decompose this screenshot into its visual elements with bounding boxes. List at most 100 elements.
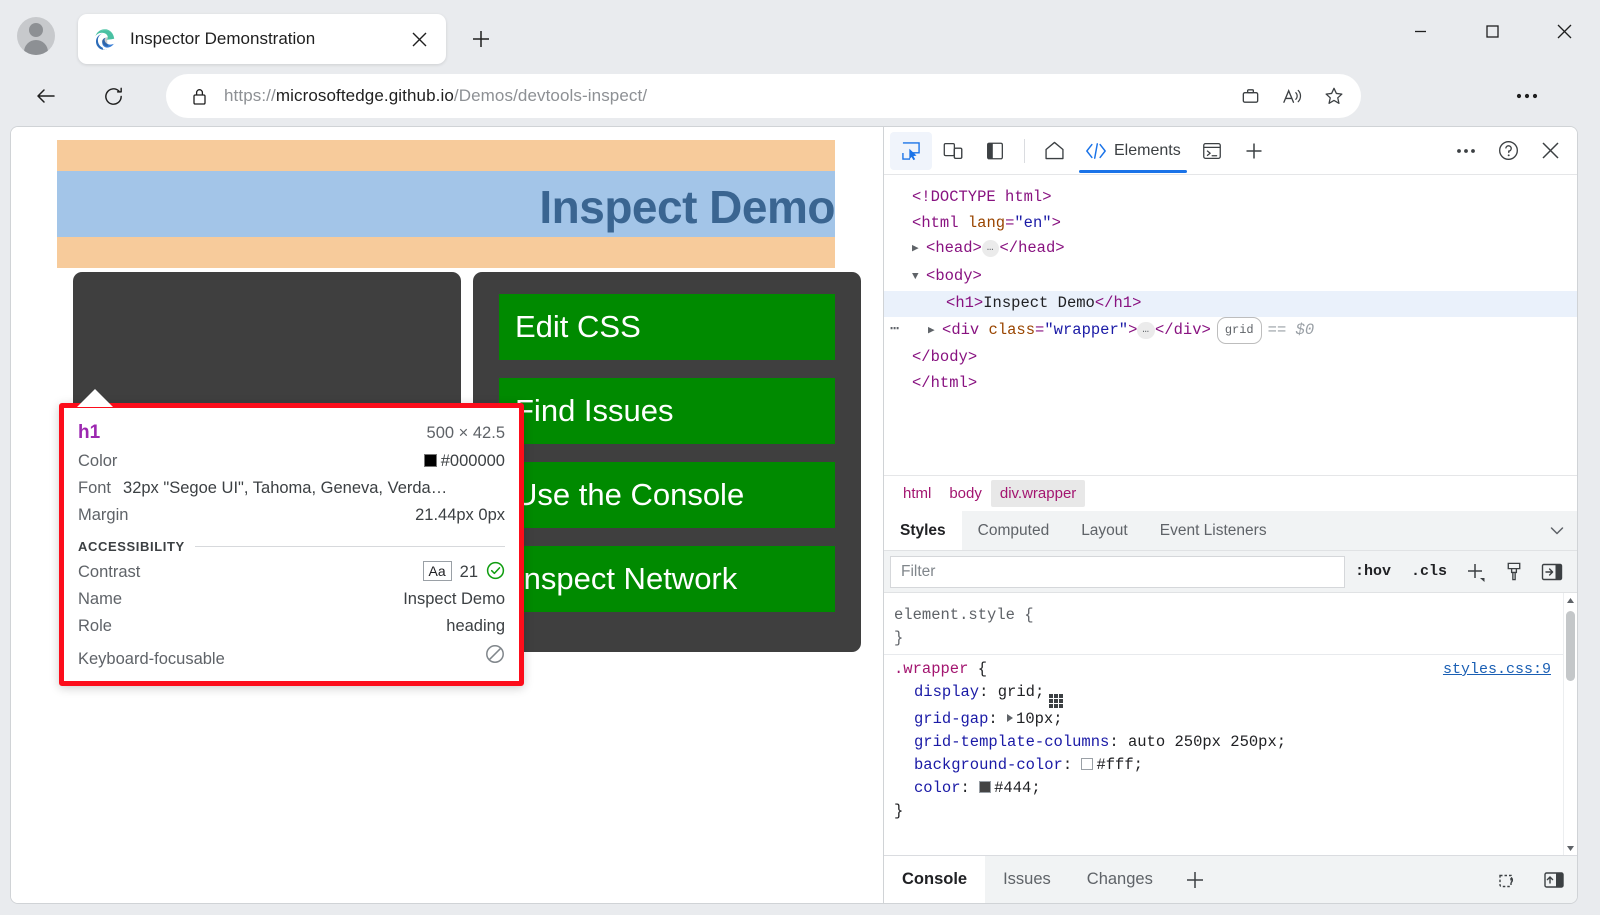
computed-styles-brush-icon[interactable] [1495, 556, 1533, 588]
edit-css-button[interactable]: Edit CSS [499, 294, 835, 360]
dom-line-doctype[interactable]: <!DOCTYPE html> [884, 185, 1577, 211]
lang-attr-value: "en" [1014, 214, 1051, 232]
read-aloud-icon[interactable] [1271, 77, 1313, 115]
title-bar: Inspector Demonstration [0, 0, 1600, 68]
tab-layout[interactable]: Layout [1065, 511, 1144, 550]
address-bar[interactable]: https://microsoftedge.github.io/Demos/de… [166, 74, 1361, 118]
dom-line-html-open[interactable]: <html lang="en"> [884, 211, 1577, 237]
stylesheet-source-link[interactable]: styles.css:9 [1443, 658, 1551, 681]
tooltip-focusable-row: Keyboard-focusable [78, 640, 505, 673]
css-rule-element-style[interactable]: element.style { } [884, 601, 1563, 655]
maximize-button[interactable] [1456, 0, 1528, 62]
element-style-close-brace: } [894, 627, 1553, 650]
add-drawer-tool-button[interactable] [1171, 856, 1219, 903]
color-hex: #000000 [441, 452, 505, 470]
dom-line-body-close[interactable]: </body> [884, 345, 1577, 371]
not-allowed-icon [485, 644, 505, 664]
color-swatch[interactable] [979, 781, 991, 793]
tab-styles[interactable]: Styles [884, 511, 962, 550]
more-options-icon[interactable] [1445, 132, 1487, 170]
declaration-grid-template-columns[interactable]: grid-template-columns: auto 250px 250px; [894, 731, 1553, 754]
tab-event-listeners[interactable]: Event Listeners [1144, 511, 1283, 550]
move-to-top-icon[interactable] [1531, 856, 1577, 903]
styles-scroll-area: element.style { } .wrapper { styles.css:… [884, 593, 1563, 855]
scroll-down-arrow-icon[interactable] [1564, 841, 1577, 855]
accessibility-section-header: ACCESSIBILITY [78, 539, 505, 554]
keyboard-focusable-label: Keyboard-focusable [78, 650, 225, 669]
inspect-element-icon[interactable] [890, 132, 932, 170]
use-the-console-button[interactable]: Use the Console [499, 462, 835, 528]
h1-text-content: Inspect Demo [983, 294, 1095, 312]
chevron-down-icon[interactable] [1537, 511, 1577, 550]
declaration-color[interactable]: color: #444; [894, 777, 1553, 800]
hov-toggle[interactable]: :hov [1345, 563, 1401, 580]
settings-ellipsis-icon[interactable] [1505, 74, 1549, 118]
grid-icon[interactable] [1049, 694, 1063, 708]
page-heading: Inspect Demo [57, 180, 835, 234]
body-close-tag-name: body [931, 348, 968, 366]
close-window-button[interactable] [1528, 0, 1600, 62]
breadcrumb-item-body[interactable]: body [940, 480, 991, 507]
close-devtools-icon[interactable] [1529, 132, 1571, 170]
reload-button[interactable] [93, 76, 133, 116]
dom-line-html-close[interactable]: </html> [884, 371, 1577, 397]
declaration-display[interactable]: display: grid; [894, 681, 1553, 708]
collections-icon[interactable] [1229, 77, 1271, 115]
property-name: grid-template-columns [914, 733, 1109, 751]
favorites-star-icon[interactable] [1313, 77, 1355, 115]
toggle-sidebar-icon[interactable] [974, 132, 1016, 170]
dom-line-div-wrapper[interactable]: ⋯▶<div class="wrapper">…</div>grid== $0 [884, 317, 1577, 346]
cls-toggle[interactable]: .cls [1401, 563, 1457, 580]
color-swatch[interactable] [1081, 758, 1093, 770]
edge-logo-icon [94, 28, 116, 50]
row-menu-icon[interactable]: ⋯ [890, 317, 900, 343]
styles-scrollbar[interactable] [1563, 593, 1577, 855]
back-button[interactable] [26, 76, 66, 116]
code-tags-icon [1085, 142, 1107, 160]
declaration-background-color[interactable]: background-color: #fff; [894, 754, 1553, 777]
breadcrumb-item-html[interactable]: html [894, 480, 940, 507]
tab-changes[interactable]: Changes [1069, 856, 1171, 903]
filter-input[interactable]: Filter [890, 556, 1345, 588]
twisty-collapsed-icon[interactable]: ▶ [912, 237, 924, 263]
tab-title: Inspector Demonstration [130, 29, 402, 49]
class-attr-value: "wrapper" [1044, 321, 1128, 339]
tab-elements[interactable]: Elements [1075, 129, 1191, 173]
inspect-network-button[interactable]: Inspect Network [499, 546, 835, 612]
css-rule-wrapper[interactable]: .wrapper { styles.css:9 display: grid; g… [884, 655, 1563, 829]
dom-line-body-open[interactable]: ▼<body> [884, 264, 1577, 292]
scrollbar-thumb[interactable] [1566, 611, 1575, 681]
expand-ellipsis-icon[interactable]: … [982, 240, 1000, 257]
minimize-button[interactable] [1384, 0, 1456, 62]
home-icon[interactable] [1033, 132, 1075, 170]
profile-button[interactable] [14, 14, 58, 58]
expand-ellipsis-icon[interactable]: … [1137, 322, 1155, 339]
tab-issues[interactable]: Issues [985, 856, 1069, 903]
restore-drawer-icon[interactable] [1485, 856, 1531, 903]
breadcrumb-item-div-wrapper[interactable]: div.wrapper [991, 480, 1085, 507]
close-tab-icon[interactable] [402, 22, 436, 56]
console-drawer-icon[interactable] [1191, 132, 1233, 170]
new-style-rule-icon[interactable] [1457, 556, 1495, 588]
scroll-up-arrow-icon[interactable] [1564, 593, 1577, 607]
twisty-expanded-icon[interactable]: ▼ [912, 265, 924, 291]
breadcrumb[interactable]: html body div.wrapper [884, 475, 1577, 511]
toggle-layout-pane-icon[interactable] [1533, 556, 1571, 588]
styles-pane[interactable]: element.style { } .wrapper { styles.css:… [884, 593, 1577, 855]
expand-triangle-icon[interactable] [1007, 714, 1013, 722]
dom-tree[interactable]: <!DOCTYPE html> <html lang="en"> ▶<head>… [884, 175, 1577, 475]
device-emulation-icon[interactable] [932, 132, 974, 170]
tab-console[interactable]: Console [884, 856, 985, 903]
declaration-grid-gap[interactable]: grid-gap: 10px; [894, 708, 1553, 731]
dom-line-head[interactable]: ▶<head>…</head> [884, 236, 1577, 264]
browser-tab[interactable]: Inspector Demonstration [78, 14, 446, 64]
help-icon[interactable] [1487, 132, 1529, 170]
grid-badge[interactable]: grid [1217, 317, 1262, 345]
property-value: #fff [1096, 756, 1133, 774]
twisty-collapsed-icon[interactable]: ▶ [928, 319, 940, 345]
find-issues-button[interactable]: Find Issues [499, 378, 835, 444]
dom-line-h1[interactable]: <h1>Inspect Demo</h1> [884, 291, 1577, 317]
add-tool-button[interactable] [1233, 132, 1275, 170]
new-tab-button[interactable] [462, 20, 500, 58]
tab-computed[interactable]: Computed [962, 511, 1066, 550]
